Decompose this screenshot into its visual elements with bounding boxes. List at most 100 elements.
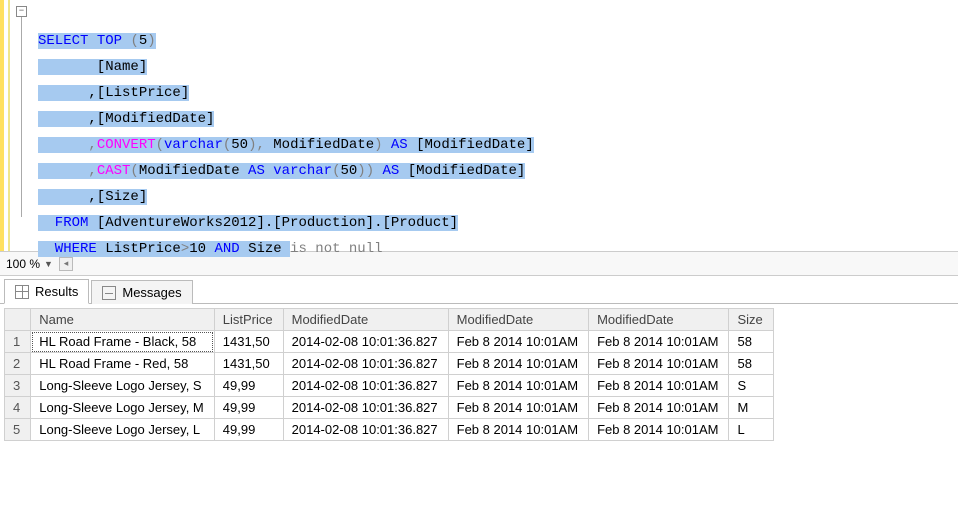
table-row[interactable]: 2HL Road Frame - Red, 581431,502014-02-0… — [5, 353, 774, 375]
fn-convert: CONVERT — [97, 137, 156, 153]
literal-5: 5 — [139, 33, 147, 49]
kw-isnotnull: is not null — [290, 241, 382, 257]
table-row[interactable]: 5Long-Sleeve Logo Jersey, L49,992014-02-… — [5, 419, 774, 441]
kw-as: AS — [374, 163, 408, 179]
results-pane[interactable]: NameListPriceModifiedDateModifiedDateMod… — [0, 304, 958, 513]
tab-results-label: Results — [35, 284, 78, 299]
rownum-cell[interactable]: 2 — [5, 353, 31, 375]
paren: ( — [223, 137, 231, 153]
tab-results[interactable]: Results — [4, 279, 89, 304]
col-header[interactable]: ModifiedDate — [283, 309, 448, 331]
rownum-cell[interactable]: 4 — [5, 397, 31, 419]
col-header[interactable]: Size — [729, 309, 773, 331]
data-cell[interactable]: Long-Sleeve Logo Jersey, S — [31, 375, 215, 397]
data-cell[interactable]: 58 — [729, 353, 773, 375]
data-cell[interactable]: 1431,50 — [214, 331, 283, 353]
arg-modifieddate: ModifiedDate — [139, 163, 248, 179]
fold-toggle-icon[interactable]: − — [16, 6, 27, 17]
paren: )) — [357, 163, 374, 179]
data-cell[interactable]: Feb 8 2014 10:01AM — [448, 353, 588, 375]
messages-icon — [102, 286, 116, 300]
literal-50: 50 — [340, 163, 357, 179]
change-margin — [0, 0, 10, 251]
data-cell[interactable]: 49,99 — [214, 375, 283, 397]
data-cell[interactable]: M — [729, 397, 773, 419]
rownum-header[interactable] — [5, 309, 31, 331]
table-row[interactable]: 4Long-Sleeve Logo Jersey, M49,992014-02-… — [5, 397, 774, 419]
rownum-cell[interactable]: 5 — [5, 419, 31, 441]
data-cell[interactable]: HL Road Frame - Black, 58 — [31, 331, 215, 353]
data-cell[interactable]: Long-Sleeve Logo Jersey, M — [31, 397, 215, 419]
col-modifieddate: ,[ModifiedDate] — [38, 111, 214, 127]
data-cell[interactable]: 49,99 — [214, 397, 283, 419]
zoom-value: 100 % — [6, 257, 40, 271]
zoom-dropdown[interactable]: 100 % ▼ — [6, 257, 53, 271]
fn-cast: CAST — [97, 163, 131, 179]
kw-where: WHERE — [38, 241, 97, 257]
type-varchar: varchar — [265, 163, 332, 179]
data-cell[interactable]: Feb 8 2014 10:01AM — [589, 419, 729, 441]
data-cell[interactable]: 2014-02-08 10:01:36.827 — [283, 419, 448, 441]
data-cell[interactable]: 1431,50 — [214, 353, 283, 375]
grid-header-row: NameListPriceModifiedDateModifiedDateMod… — [5, 309, 774, 331]
data-cell[interactable]: Feb 8 2014 10:01AM — [448, 375, 588, 397]
data-cell[interactable]: 2014-02-08 10:01:36.827 — [283, 353, 448, 375]
data-cell[interactable]: Long-Sleeve Logo Jersey, L — [31, 419, 215, 441]
tab-messages[interactable]: Messages — [91, 280, 192, 304]
col-listprice: ,[ListPrice] — [38, 85, 189, 101]
data-cell[interactable]: 2014-02-08 10:01:36.827 — [283, 331, 448, 353]
data-cell[interactable]: Feb 8 2014 10:01AM — [448, 397, 588, 419]
data-cell[interactable]: HL Road Frame - Red, 58 — [31, 353, 215, 375]
col-listprice: ListPrice — [97, 241, 181, 257]
paren-comma: ), — [248, 137, 265, 153]
data-cell[interactable]: Feb 8 2014 10:01AM — [589, 353, 729, 375]
paren: ) — [374, 137, 382, 153]
kw-select: SELECT — [38, 33, 88, 49]
arg-modifieddate: ModifiedDate — [265, 137, 374, 153]
col-header[interactable]: ListPrice — [214, 309, 283, 331]
scroll-left-icon[interactable]: ◂ — [59, 257, 73, 271]
comma: , — [38, 163, 97, 179]
data-cell[interactable]: Feb 8 2014 10:01AM — [589, 375, 729, 397]
literal-10: 10 — [189, 241, 214, 257]
rownum-cell[interactable]: 3 — [5, 375, 31, 397]
col-name: [Name] — [38, 59, 147, 75]
op-gt: > — [181, 241, 189, 257]
chevron-down-icon: ▼ — [44, 259, 53, 269]
col-size: ,[Size] — [38, 189, 147, 205]
col-size: Size — [240, 241, 290, 257]
rownum-cell[interactable]: 1 — [5, 331, 31, 353]
tab-messages-label: Messages — [122, 285, 181, 300]
data-cell[interactable]: 2014-02-08 10:01:36.827 — [283, 375, 448, 397]
kw-top: TOP — [88, 33, 130, 49]
paren: ) — [147, 33, 155, 49]
grid-icon — [15, 285, 29, 299]
data-cell[interactable]: S — [729, 375, 773, 397]
literal-50: 50 — [231, 137, 248, 153]
table-product: [AdventureWorks2012].[Production].[Produ… — [88, 215, 458, 231]
data-cell[interactable]: Feb 8 2014 10:01AM — [589, 331, 729, 353]
data-cell[interactable]: Feb 8 2014 10:01AM — [448, 419, 588, 441]
col-header[interactable]: ModifiedDate — [589, 309, 729, 331]
data-cell[interactable]: 49,99 — [214, 419, 283, 441]
alias-modifieddate: [ModifiedDate] — [408, 163, 526, 179]
code-content[interactable]: SELECT TOP (5) [Name] ,[ListPrice] ,[Mod… — [38, 0, 534, 251]
data-cell[interactable]: L — [729, 419, 773, 441]
col-header[interactable]: Name — [31, 309, 215, 331]
data-cell[interactable]: 2014-02-08 10:01:36.827 — [283, 397, 448, 419]
data-cell[interactable]: Feb 8 2014 10:01AM — [448, 331, 588, 353]
kw-as: AS — [248, 163, 265, 179]
table-row[interactable]: 1HL Road Frame - Black, 581431,502014-02… — [5, 331, 774, 353]
data-cell[interactable]: Feb 8 2014 10:01AM — [589, 397, 729, 419]
sql-editor[interactable]: − SELECT TOP (5) [Name] ,[ListPrice] ,[M… — [0, 0, 958, 252]
data-cell[interactable]: 58 — [729, 331, 773, 353]
table-row[interactable]: 3Long-Sleeve Logo Jersey, S49,992014-02-… — [5, 375, 774, 397]
kw-and: AND — [214, 241, 239, 257]
fold-line — [21, 17, 22, 217]
results-tabs: Results Messages — [0, 276, 958, 304]
kw-from: FROM — [38, 215, 88, 231]
results-grid[interactable]: NameListPriceModifiedDateModifiedDateMod… — [4, 308, 774, 441]
paren: ( — [130, 33, 138, 49]
col-header[interactable]: ModifiedDate — [448, 309, 588, 331]
paren: ( — [130, 163, 138, 179]
